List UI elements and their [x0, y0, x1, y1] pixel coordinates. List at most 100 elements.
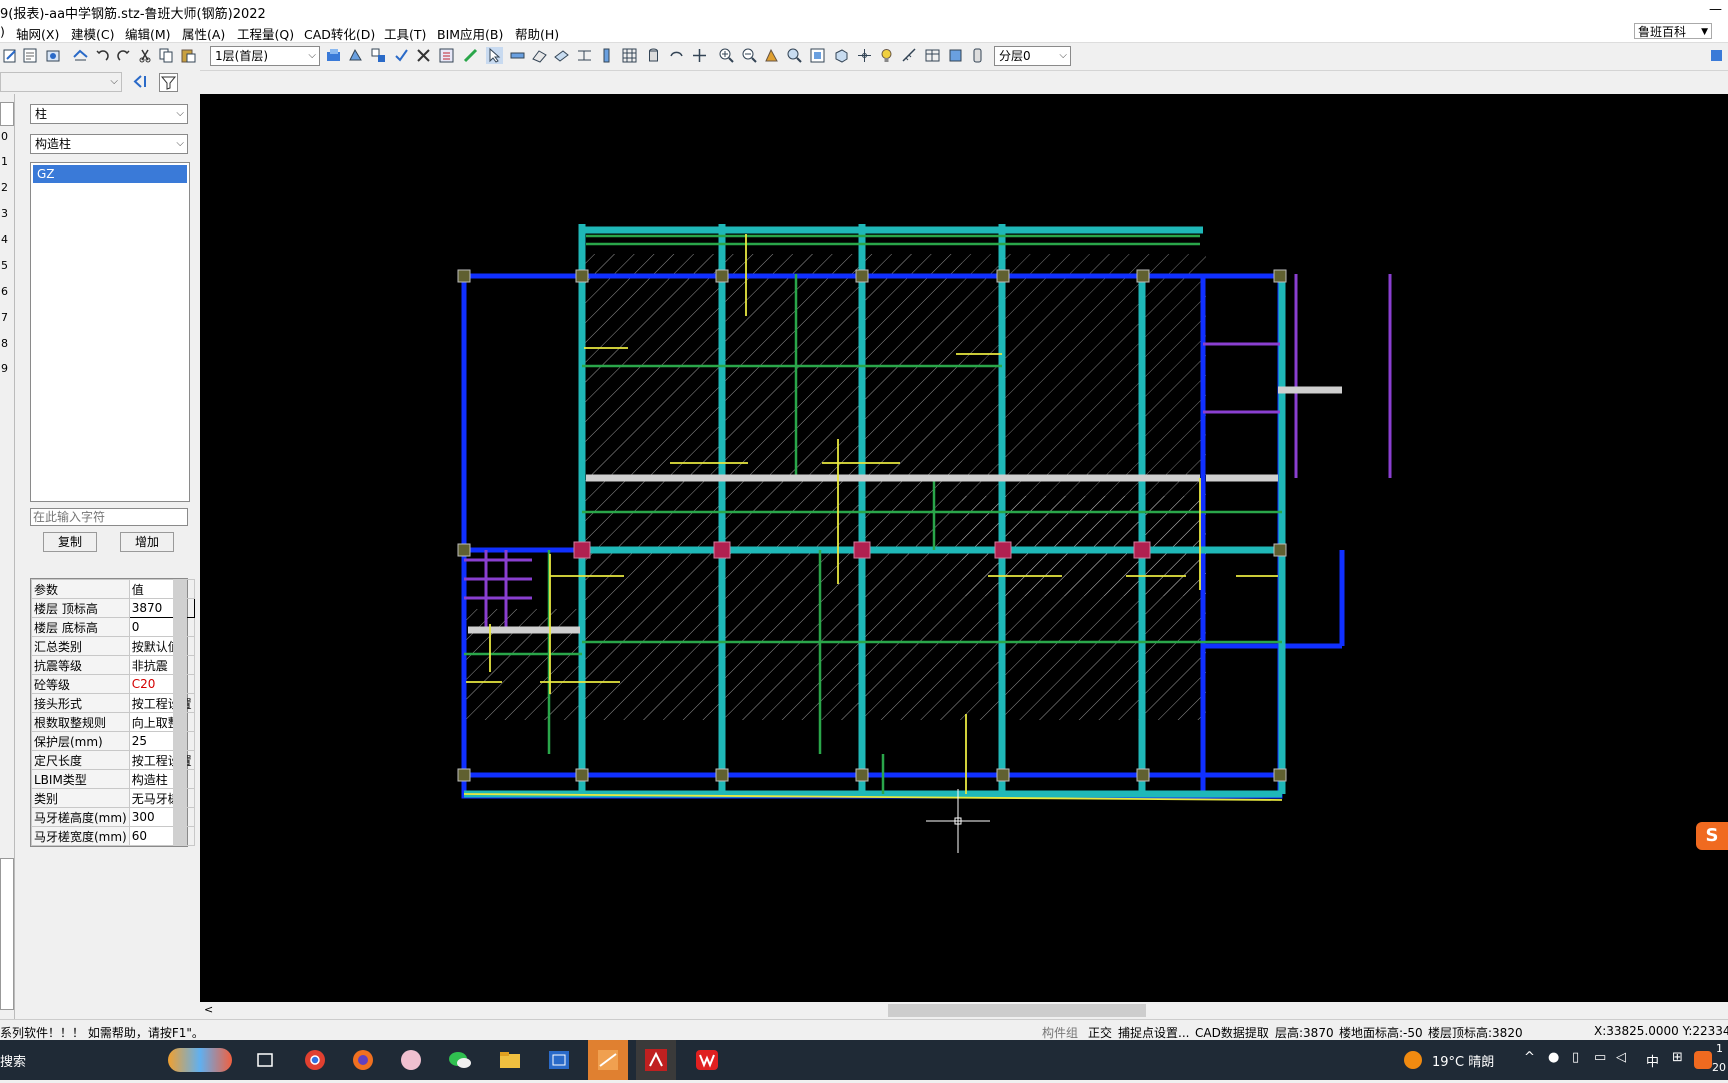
sogou-tray-icon[interactable] [1694, 1051, 1712, 1069]
delete-icon[interactable] [415, 47, 432, 64]
list-item-gz[interactable]: GZ [33, 165, 187, 183]
task-view-icon[interactable] [252, 1048, 278, 1072]
beam-icon[interactable] [509, 47, 526, 64]
crosshair-icon[interactable] [856, 47, 873, 64]
status-cad-extract[interactable]: CAD数据提取 [1195, 1024, 1269, 1041]
zoom-all-icon[interactable] [809, 47, 826, 64]
clock-time[interactable]: 1 [1716, 1042, 1723, 1055]
property-row[interactable]: 定尺长度 按工程设置 [31, 750, 195, 770]
zoom-in-icon[interactable] [718, 47, 735, 64]
component-icon[interactable] [347, 47, 364, 64]
strip-number[interactable]: 4 [1, 233, 8, 246]
property-row[interactable]: 根数取整规则 向上取整 [31, 712, 195, 732]
view-3d-icon[interactable] [833, 47, 850, 64]
save-icon[interactable] [72, 47, 89, 64]
strip-number[interactable]: 5 [1, 259, 8, 272]
grid-tray-icon[interactable]: ⊞ [1672, 1050, 1683, 1065]
strip-number[interactable]: 1 [1, 155, 8, 168]
rotate-icon[interactable] [668, 47, 685, 64]
copy-button[interactable]: 复制 [43, 532, 97, 552]
menu-item-bim[interactable]: BIM应用(B) [437, 24, 503, 43]
menu-item-help[interactable]: 帮助(H) [515, 24, 559, 43]
menu-item-quantity[interactable]: 工程量(Q) [237, 24, 294, 43]
secondary-select[interactable]: ⌵ [0, 72, 122, 92]
drawing-canvas[interactable]: S [200, 94, 1728, 1002]
menu-item-edit[interactable]: 编辑(M) [125, 24, 171, 43]
measure-icon[interactable] [901, 47, 918, 64]
cad-plan-view[interactable] [200, 94, 1728, 1002]
dimension-icon[interactable] [576, 47, 593, 64]
menu-item-model[interactable]: 建模(C) [71, 24, 114, 43]
property-row[interactable]: 马牙槎宽度(mm) 60 [31, 826, 195, 846]
category-select[interactable]: 柱 ⌵ [30, 104, 188, 124]
property-scrollbar[interactable] [173, 579, 187, 846]
grid-icon[interactable] [621, 47, 638, 64]
property-row[interactable]: 汇总类别 按默认值 [31, 636, 195, 656]
layer-select[interactable]: 分层0 ⌵ [994, 46, 1071, 66]
widget-icon[interactable] [168, 1048, 232, 1072]
rebar-icon[interactable] [462, 47, 479, 64]
property-row[interactable]: 抗震等级 非抗震 [31, 655, 195, 675]
scroll-left-icon[interactable]: < [204, 1003, 213, 1016]
zoom-out-icon[interactable] [741, 47, 758, 64]
strip-number[interactable]: 6 [1, 285, 8, 298]
new-icon[interactable] [2, 47, 19, 64]
app-avatar-icon[interactable] [398, 1048, 424, 1072]
ime-badge-icon[interactable]: S [1696, 822, 1728, 850]
strip-number[interactable]: 8 [1, 337, 8, 350]
file-explorer-icon[interactable] [497, 1048, 523, 1072]
taskbar-search[interactable]: 搜索 [0, 1051, 26, 1070]
qq-tray-icon[interactable]: ● [1548, 1050, 1559, 1065]
copy-floor-icon[interactable] [370, 47, 387, 64]
app-blue-icon[interactable] [546, 1048, 572, 1072]
chrome-icon[interactable] [302, 1048, 328, 1072]
property-row[interactable]: LBIM类型 构造柱 [31, 769, 195, 789]
menu-item-axis[interactable]: 轴网(X) [16, 24, 59, 43]
strip-number[interactable]: 3 [1, 207, 8, 220]
scroll-thumb[interactable] [888, 1004, 1146, 1017]
pan-icon[interactable] [763, 47, 780, 64]
redo-icon[interactable] [115, 47, 132, 64]
firefox-icon[interactable] [350, 1048, 376, 1072]
status-ortho[interactable]: 正交 [1088, 1024, 1112, 1041]
type-select[interactable]: 构造柱 ⌵ [30, 134, 188, 154]
menu-item-cad[interactable]: CAD转化(D) [304, 24, 375, 43]
status-component-group[interactable]: 构件组 [1042, 1024, 1078, 1041]
search-input[interactable] [30, 508, 188, 526]
slab-icon[interactable] [553, 47, 570, 64]
menu-item-properties[interactable]: 属性(A) [182, 24, 225, 43]
minimize-icon[interactable]: — [1709, 2, 1722, 17]
cut-icon[interactable] [137, 47, 154, 64]
property-row[interactable]: 马牙槎高度(mm) 300 [31, 807, 195, 827]
property-row[interactable]: 楼层 底标高 0 [31, 617, 195, 637]
strip-number[interactable]: 7 [1, 311, 8, 324]
fit-icon[interactable] [947, 47, 964, 64]
strip-number[interactable]: 0 [1, 130, 8, 143]
undo-icon[interactable] [94, 47, 111, 64]
layer-icon[interactable] [325, 47, 342, 64]
open-icon[interactable] [45, 47, 62, 64]
property-row[interactable]: 接头形式 按工程设置 [31, 693, 195, 713]
menu-item-prefix[interactable]: ) [0, 24, 5, 39]
weather-icon[interactable] [1400, 1048, 1426, 1072]
luban-app-icon[interactable] [588, 1040, 628, 1080]
table-icon[interactable] [924, 47, 941, 64]
property-row[interactable]: 楼层 顶标高 3870 [31, 598, 195, 618]
side-panel-icon[interactable] [1708, 47, 1725, 64]
tray-chevron-icon[interactable]: ^ [1524, 1050, 1535, 1065]
cylinder-icon[interactable] [645, 47, 662, 64]
filter-icon[interactable] [159, 73, 178, 92]
property-row[interactable]: 保护层(mm) 25 [31, 731, 195, 751]
menu-item-tools[interactable]: 工具(T) [384, 24, 426, 43]
zoom-window-icon[interactable] [786, 47, 803, 64]
column-icon[interactable] [598, 47, 615, 64]
collapse-icon[interactable] [131, 73, 148, 90]
select-icon[interactable] [486, 47, 503, 64]
cylinder-tool-icon[interactable] [969, 47, 986, 64]
copy-icon[interactable] [158, 47, 175, 64]
weather-text[interactable]: 19°C 晴朗 [1432, 1051, 1494, 1070]
clock-date[interactable]: 20 [1712, 1061, 1726, 1074]
wps-icon[interactable] [694, 1048, 720, 1072]
floor-select[interactable]: 1层(首层) ⌵ [210, 46, 320, 66]
horizontal-scrollbar[interactable]: < [200, 1002, 1728, 1019]
